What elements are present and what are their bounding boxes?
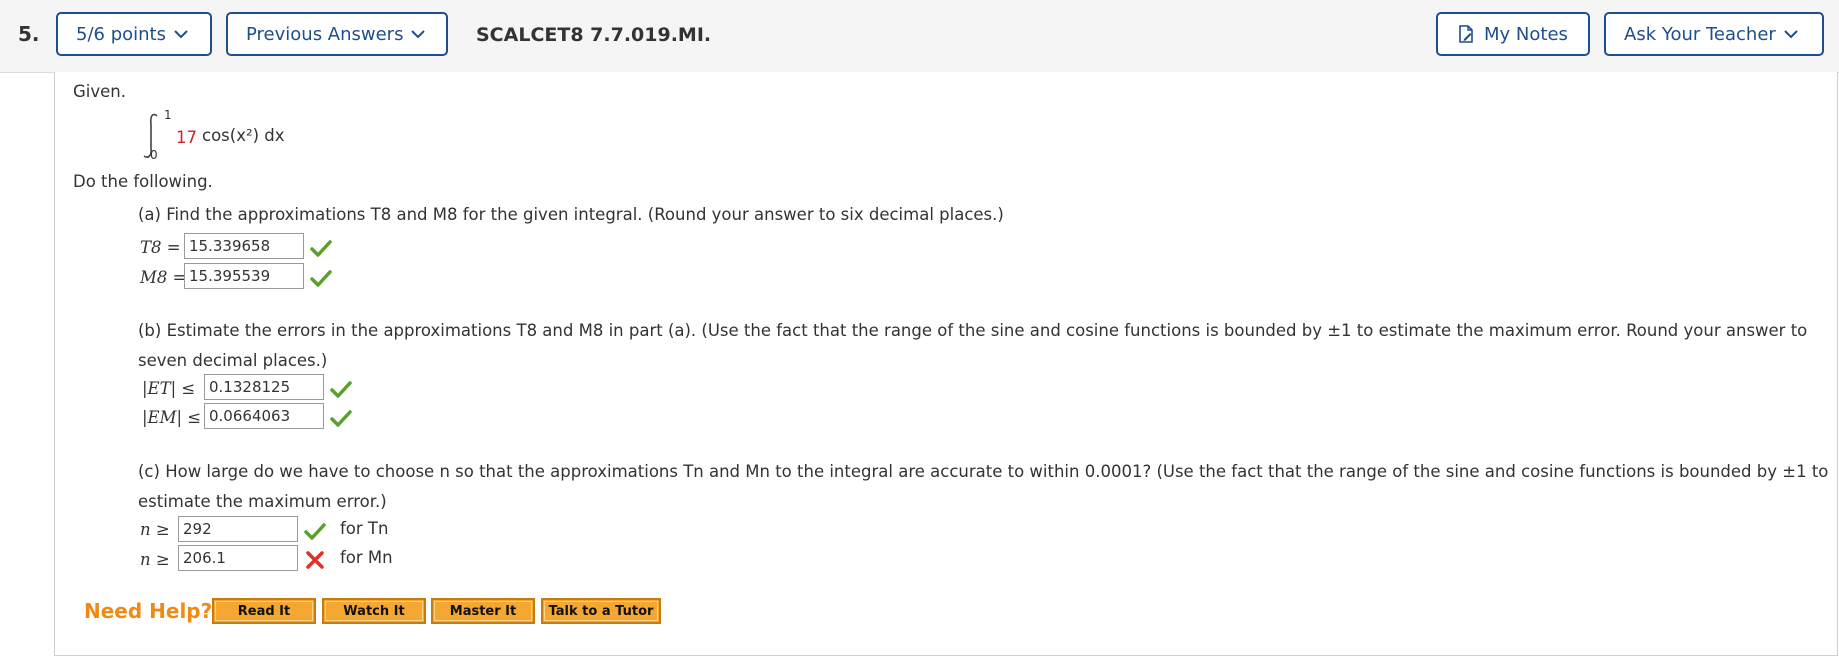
ask-teacher-dropdown[interactable]: Ask Your Teacher [1604, 12, 1824, 56]
need-help-title: Need Help? [84, 599, 213, 623]
integral-lower-limit: 0 [150, 148, 158, 162]
cross-icon [306, 551, 324, 569]
n-mn-suffix: for Mn [340, 548, 393, 567]
notes-icon [1459, 25, 1473, 43]
points-dropdown[interactable]: 5/6 points [56, 12, 212, 56]
integral-upper-limit: 1 [164, 108, 172, 122]
check-icon [304, 523, 326, 540]
check-icon [310, 240, 332, 257]
n-mn-label: n ≥ [140, 550, 170, 569]
check-icon [330, 381, 352, 398]
part-b-prompt-line1: (b) Estimate the errors in the approxima… [138, 321, 1808, 340]
em-label: |EM| ≤ [142, 408, 202, 427]
n-mn-answer-field[interactable]: 206.1 [178, 545, 298, 571]
part-c-prompt-line1: (c) How large do we have to choose n so … [138, 462, 1829, 481]
chevron-down-icon [174, 30, 188, 39]
points-label: 5/6 points [76, 23, 166, 45]
previous-answers-dropdown[interactable]: Previous Answers [226, 12, 448, 56]
instruction-text: Do the following. [73, 172, 213, 191]
read-it-button[interactable]: Read It [212, 598, 316, 624]
integrand: cos(x²) dx [202, 126, 285, 145]
integral-coefficient: 17 [176, 128, 197, 147]
talk-to-tutor-button[interactable]: Talk to a Tutor [541, 598, 661, 624]
et-label: |ET| ≤ [142, 379, 196, 398]
question-header: 5. 5/6 points Previous Answers SCALCET8 … [0, 0, 1839, 73]
my-notes-button[interactable]: My Notes [1436, 12, 1590, 56]
et-answer-field[interactable]: 0.1328125 [204, 374, 324, 400]
check-icon [310, 270, 332, 287]
chevron-down-icon [411, 30, 426, 39]
t8-answer-field[interactable]: 15.339658 [184, 233, 304, 259]
n-tn-suffix: for Tn [340, 519, 389, 538]
m8-answer-field[interactable]: 15.395539 [184, 263, 304, 289]
question-number: 5. [18, 22, 40, 46]
check-icon [330, 410, 352, 427]
previous-answers-label: Previous Answers [246, 23, 404, 45]
ask-teacher-label: Ask Your Teacher [1624, 23, 1776, 45]
given-label: Given. [73, 82, 126, 101]
chevron-down-icon [1784, 30, 1798, 39]
n-tn-answer-field[interactable]: 292 [178, 516, 298, 542]
m8-label: M8 = [140, 268, 187, 287]
t8-label: T8 = [140, 238, 181, 257]
em-answer-field[interactable]: 0.0664063 [204, 403, 324, 429]
my-notes-label: My Notes [1484, 23, 1568, 45]
n-tn-label: n ≥ [140, 520, 170, 539]
part-b-prompt-line2: seven decimal places.) [138, 351, 328, 370]
part-a-prompt: (a) Find the approximations T8 and M8 fo… [138, 205, 1004, 224]
part-c-prompt-line2: estimate the maximum error.) [138, 492, 387, 511]
question-code: SCALCET8 7.7.019.MI. [476, 24, 712, 46]
master-it-button[interactable]: Master It [431, 598, 535, 624]
watch-it-button[interactable]: Watch It [322, 598, 426, 624]
